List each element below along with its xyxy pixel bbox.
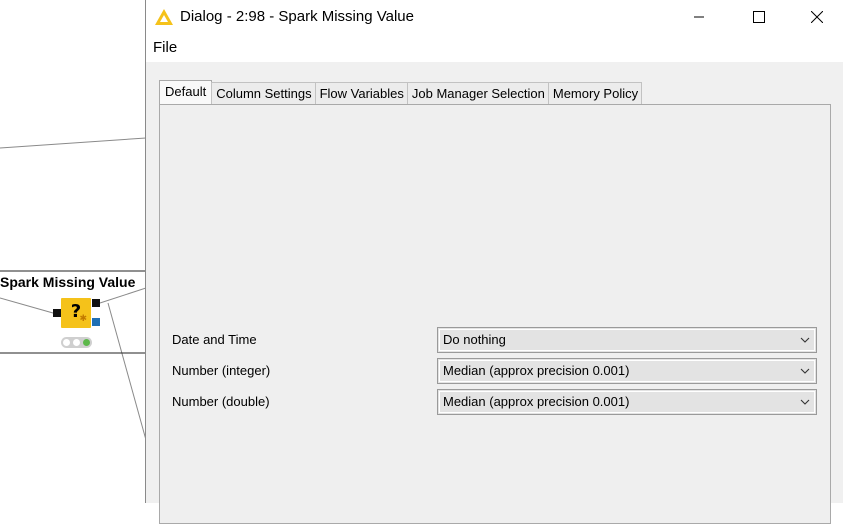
node-status-traffic-light — [61, 337, 92, 348]
minimize-button[interactable] — [670, 0, 728, 34]
setting-row-number-integer: Number (integer) Median (approx precisio… — [172, 358, 822, 384]
tab-column-settings[interactable]: Column Settings — [211, 82, 316, 104]
menu-bar: File — [146, 34, 843, 62]
workflow-canvas[interactable]: : Spark Missing Value ? ✱ — [0, 0, 146, 503]
title-bar[interactable]: Dialog - 2:98 - Spark Missing Value — [146, 0, 843, 34]
date-time-label: Date and Time — [172, 332, 257, 347]
date-time-select-value: Do nothing — [443, 332, 506, 347]
status-light-green — [82, 339, 90, 346]
close-icon — [811, 11, 823, 23]
setting-row-date-time: Date and Time Do nothing — [172, 327, 822, 353]
close-button[interactable] — [788, 0, 843, 34]
status-light-red — [63, 339, 71, 346]
default-tab-panel: Date and Time Do nothing Number (integer… — [159, 104, 831, 524]
window-title: Dialog - 2:98 - Spark Missing Value — [180, 8, 414, 25]
spark-missing-value-node[interactable]: ? ✱ — [61, 298, 91, 328]
tab-memory-policy[interactable]: Memory Policy — [547, 82, 643, 104]
maximize-icon — [753, 11, 765, 23]
number-double-select[interactable]: Median (approx precision 0.001) — [437, 389, 817, 415]
knime-logo-icon — [155, 9, 173, 25]
tab-job-manager-selection[interactable]: Job Manager Selection — [406, 82, 549, 104]
maximize-button[interactable] — [730, 0, 788, 34]
number-integer-select-value: Median (approx precision 0.001) — [443, 363, 630, 378]
chevron-down-icon — [800, 399, 810, 405]
connection-wires — [0, 137, 146, 441]
node-spark-output-port[interactable] — [92, 318, 100, 326]
number-integer-select[interactable]: Median (approx precision 0.001) — [437, 358, 817, 384]
chevron-down-icon — [800, 368, 810, 374]
date-time-select[interactable]: Do nothing — [437, 327, 817, 353]
canvas-annotation-mark: : — [0, 12, 1, 25]
node-dialog-window: Dialog - 2:98 - Spark Missing Value File… — [145, 0, 843, 524]
chevron-down-icon — [800, 337, 810, 343]
number-double-select-value: Median (approx precision 0.001) — [443, 394, 630, 409]
number-integer-label: Number (integer) — [172, 363, 271, 378]
tab-strip: Default Column Settings Flow Variables J… — [159, 80, 643, 104]
menu-file[interactable]: File — [153, 39, 177, 56]
minimize-icon — [694, 16, 704, 18]
node-title[interactable]: Spark Missing Value — [0, 272, 146, 292]
tab-default[interactable]: Default — [159, 80, 213, 104]
setting-row-number-double: Number (double) Median (approx precision… — [172, 389, 822, 415]
status-light-yellow — [72, 339, 80, 346]
number-double-label: Number (double) — [172, 394, 270, 409]
tab-flow-variables[interactable]: Flow Variables — [314, 82, 408, 104]
node-input-port[interactable] — [53, 309, 61, 317]
node-star-icon: ✱ — [79, 314, 87, 324]
node-output-port[interactable] — [92, 299, 100, 307]
